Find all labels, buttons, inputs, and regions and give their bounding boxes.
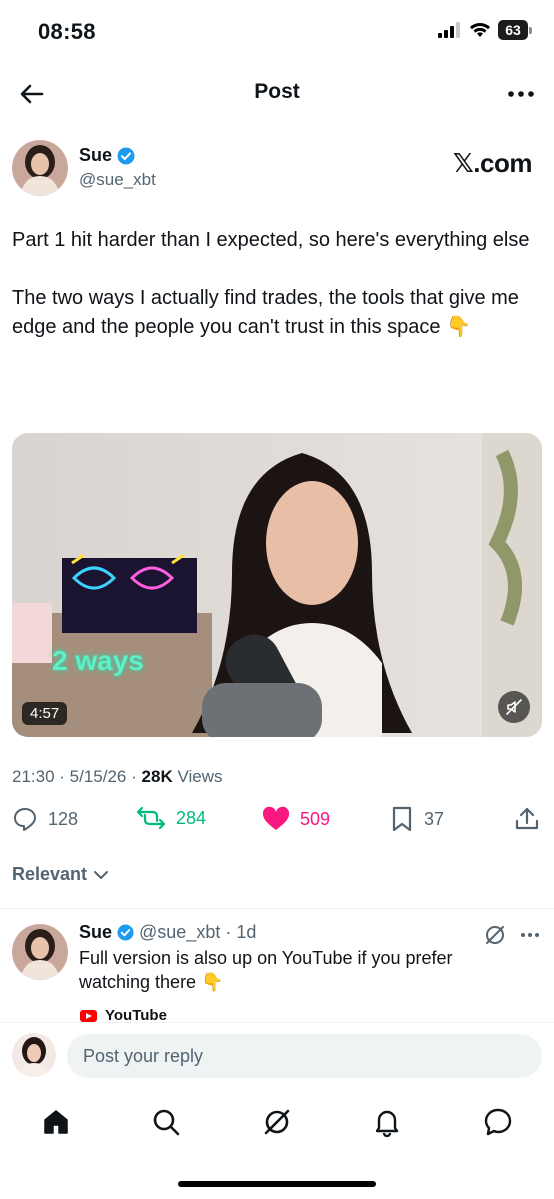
reply-header: Sue @sue_xbt · 1d [79,922,256,943]
reply-handle[interactable]: @sue_xbt [139,922,220,943]
video-player[interactable]: 2 ways 4:57 [12,433,542,737]
battery-indicator: 63 [498,20,532,40]
bell-icon [375,1110,399,1137]
repost-icon [136,806,166,830]
search-icon [153,1109,180,1136]
like-count: 509 [300,808,331,829]
grok-icon [264,1109,290,1135]
tab-search[interactable] [148,1104,184,1140]
x-com-logo: 𝕏.com [452,148,533,178]
status-bar: 08:58 63 [0,0,554,66]
reply-text: Full version is also up on YouTube if yo… [79,948,453,992]
like-button[interactable]: 509 [262,806,330,832]
reply-sort-label: Relevant [12,864,88,884]
meta-separator: · [59,767,70,786]
post-meta: 21:30 · 5/15/26 · 28K Views [12,767,223,787]
post-text: Part 1 hit harder than I expected, so he… [12,229,530,338]
tab-home[interactable] [38,1104,74,1140]
status-icons: 63 [438,20,532,40]
page-title: Post [254,80,300,103]
avatar[interactable] [12,140,68,196]
battery-tip [529,26,532,34]
message-icon [484,1108,512,1136]
meta-separator: · [131,767,142,786]
views-label: Views [177,767,223,786]
author-name-row[interactable]: Sue [79,145,135,166]
reply-input[interactable]: Post your reply [67,1034,542,1078]
video-thumbnail [12,433,542,737]
mute-toggle[interactable] [498,691,530,723]
chevron-down-icon [94,870,109,879]
heart-filled-icon [262,806,290,830]
post-author: Sue @sue_xbt 𝕏.com [12,140,542,200]
avatar[interactable] [12,924,68,980]
verified-badge-icon [117,924,134,941]
reply-age: 1d [236,922,257,942]
post-time: 21:30 [12,767,55,786]
reply-header-icons [484,924,540,946]
cellular-signal-icon [438,22,460,38]
author-handle[interactable]: @sue_xbt [79,170,156,190]
reply-author-name[interactable]: Sue [79,922,112,943]
divider [0,908,554,909]
repost-button[interactable]: 284 [136,806,206,830]
status-time: 08:58 [38,19,96,44]
author-name: Sue [79,145,113,165]
wifi-icon [470,23,490,37]
reply-count: 128 [48,808,79,829]
home-icon [44,1110,68,1134]
video-duration: 4:57 [22,702,68,725]
meta-separator: · [225,922,232,942]
more-options-icon[interactable] [506,80,536,108]
avatar[interactable] [12,1033,56,1077]
reply-button[interactable]: 128 [12,806,78,832]
reply-item[interactable]: Sue @sue_xbt · 1d Full version is also u… [12,922,542,1022]
nav-bar: Post [0,66,554,122]
share-button[interactable] [514,806,540,832]
post-date: 5/15/26 [69,767,127,786]
repost-count: 284 [176,807,207,828]
bookmark-count: 37 [424,808,445,829]
tab-grok[interactable] [259,1104,295,1140]
reply-composer: Post your reply [0,1022,554,1090]
bookmark-button[interactable]: 37 [390,806,444,832]
views-count: 28K [141,767,173,786]
bookmark-icon [392,806,412,832]
more-options-icon[interactable] [520,932,540,938]
bottom-tab-bar [0,1090,554,1160]
youtube-link-card[interactable]: YouTube [80,1007,167,1022]
verified-badge-icon [117,147,135,164]
youtube-label: YouTube [105,1007,167,1022]
video-overlay-text: 2 ways [52,645,144,676]
tab-notifications[interactable] [369,1104,405,1140]
reply-icon [14,808,36,831]
muted-speaker-icon [506,699,522,715]
reply-sort-dropdown[interactable]: Relevant [12,864,109,885]
grok-icon[interactable] [484,924,506,946]
youtube-icon [80,1009,97,1022]
post-actions: 128 284 509 37 [12,806,542,840]
share-icon [515,807,539,830]
tab-messages[interactable] [480,1104,516,1140]
home-indicator [178,1181,376,1187]
battery-level: 63 [498,20,528,40]
